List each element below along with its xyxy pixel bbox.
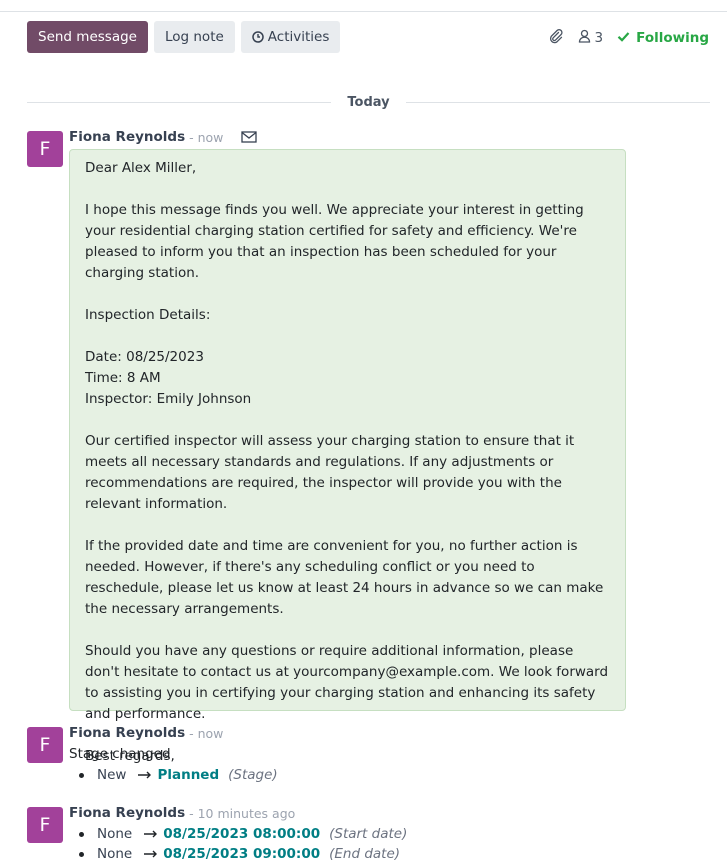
message-paragraph: I hope this message finds you well. We a… xyxy=(85,202,584,281)
bullet xyxy=(79,831,84,837)
old-value: None xyxy=(97,846,133,862)
followers-button[interactable]: 3 xyxy=(578,29,604,47)
tracking-value: None 08/25/2023 08:00:00 (Start date) xyxy=(79,826,407,842)
avatar[interactable]: F xyxy=(27,727,63,763)
separator-label: Today xyxy=(347,94,390,110)
following-button[interactable]: Following xyxy=(617,30,709,46)
message-header: Fiona Reynolds - 10 minutes ago xyxy=(69,805,295,821)
author-name[interactable]: Fiona Reynolds xyxy=(69,805,185,821)
bullet xyxy=(79,772,84,778)
bullet xyxy=(79,851,84,857)
follower-count: 3 xyxy=(594,30,604,46)
chatter-right-tools: 3 Following xyxy=(548,28,709,48)
message-paragraph: If the provided date and time are conven… xyxy=(85,538,604,617)
message-paragraph: Dear Alex Miller, xyxy=(85,160,197,176)
new-value: 08/25/2023 08:00:00 xyxy=(163,826,321,842)
arrow-right-icon xyxy=(138,767,152,783)
field-name: (Start date) xyxy=(329,826,408,842)
send-message-button[interactable]: Send message xyxy=(27,21,148,53)
field-name: (Stage) xyxy=(228,767,278,783)
clock-icon xyxy=(252,31,264,43)
new-value: 08/25/2023 09:00:00 xyxy=(163,846,321,862)
following-label: Following xyxy=(636,30,709,46)
envelope-icon xyxy=(241,131,258,143)
message-paragraph: Inspector: Emily Johnson xyxy=(85,391,252,407)
date-separator: Today xyxy=(27,92,711,112)
log-note-button[interactable]: Log note xyxy=(153,21,235,53)
new-value: Planned xyxy=(157,767,220,783)
message-body: Dear Alex Miller, I hope this message fin… xyxy=(69,149,626,764)
top-border xyxy=(0,0,727,12)
message-paragraph: Date: 08/25/2023 xyxy=(85,349,204,365)
author-name[interactable]: Fiona Reynolds xyxy=(69,725,185,741)
old-value: None xyxy=(97,826,133,842)
arrow-right-icon xyxy=(144,846,158,862)
separator-line xyxy=(27,101,332,103)
message-paragraph: Should you have any questions or require… xyxy=(85,643,609,722)
avatar[interactable]: F xyxy=(27,807,63,843)
message-paragraph: Our certified inspector will assess your… xyxy=(85,433,575,512)
avatar[interactable]: F xyxy=(27,131,63,167)
separator-line xyxy=(405,101,711,103)
activities-button[interactable]: Activities xyxy=(240,21,341,53)
user-icon xyxy=(578,29,591,47)
message-time: - now xyxy=(189,725,224,741)
tracking-value: New Planned (Stage) xyxy=(79,767,278,783)
message-time: - 10 minutes ago xyxy=(189,805,296,821)
arrow-right-icon xyxy=(144,826,158,842)
activities-label: Activities xyxy=(267,29,330,45)
field-name: (End date) xyxy=(329,846,401,862)
message-header: Fiona Reynolds - now xyxy=(69,129,258,145)
check-icon xyxy=(617,30,630,46)
attachments-button[interactable] xyxy=(548,28,564,48)
paperclip-icon xyxy=(548,28,564,48)
message-paragraph: Time: 8 AM xyxy=(85,370,161,386)
chatter-toolbar: Send message Log note Activities xyxy=(27,21,341,53)
author-name[interactable]: Fiona Reynolds xyxy=(69,129,185,145)
message-time: - now xyxy=(189,129,224,145)
message-paragraph: Inspection Details: xyxy=(85,307,211,323)
tracking-value: None 08/25/2023 09:00:00 (End date) xyxy=(79,846,400,862)
old-value: New xyxy=(97,767,127,783)
message-header: Fiona Reynolds - now xyxy=(69,725,223,741)
stage-changed-note: Stage changed xyxy=(69,746,171,762)
